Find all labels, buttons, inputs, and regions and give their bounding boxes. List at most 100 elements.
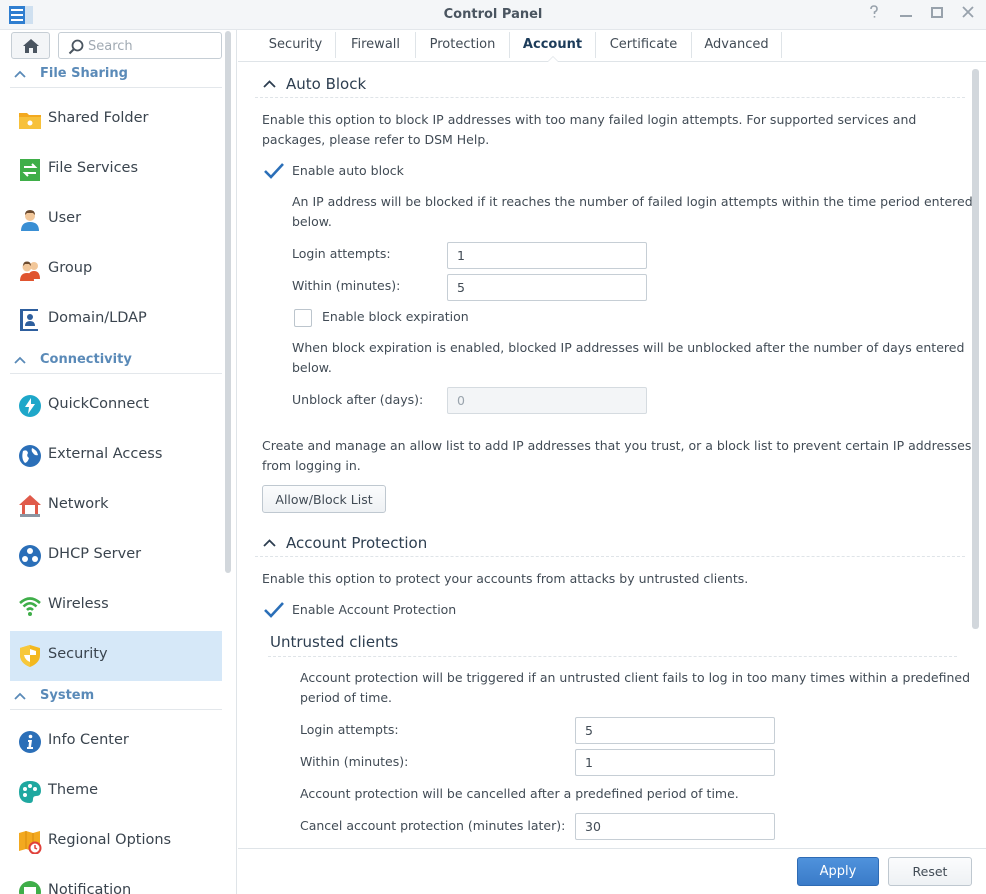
within-minutes-label: Within (minutes):	[300, 754, 409, 769]
search-icon	[68, 39, 84, 55]
sidebar-item-network[interactable]: Network	[10, 481, 222, 531]
auto-block-description-line-1: Enable this option to block IP addresses…	[262, 112, 917, 127]
main-content: Auto Block Enable this option to block I…	[238, 63, 986, 848]
enable-account-protection-label[interactable]: Enable Account Protection	[292, 600, 456, 620]
window-title: Control Panel	[443, 7, 543, 22]
search-input[interactable]	[88, 37, 216, 55]
apply-button[interactable]: Apply	[797, 857, 879, 886]
info-center-icon	[19, 731, 41, 753]
file-services-icon	[20, 159, 40, 181]
section-title-auto-block: Auto Block	[286, 75, 367, 93]
regional-options-icon	[19, 831, 42, 854]
allow-block-info-line-1: Create and manage an allow list to add I…	[262, 438, 972, 453]
help-icon[interactable]	[864, 5, 884, 25]
login-attempts-label: Login attempts:	[300, 722, 399, 737]
content-scrollbar[interactable]	[972, 69, 979, 629]
tab-advanced[interactable]: Advanced	[692, 32, 782, 58]
account-protection-login-attempts-input[interactable]	[575, 717, 775, 744]
home-button[interactable]	[11, 32, 50, 59]
chevron-up-icon[interactable]	[263, 79, 276, 89]
sidebar-item-regional-options[interactable]: Regional Options	[10, 817, 222, 867]
reset-button[interactable]: Reset	[888, 857, 972, 886]
tab-account[interactable]: Account	[510, 32, 596, 58]
tab-certificate[interactable]: Certificate	[596, 32, 692, 58]
account-protection-within-minutes-input[interactable]	[575, 749, 775, 776]
sidebar-item-label: Theme	[48, 782, 99, 798]
untrusted-info-line-1: Account protection will be triggered if …	[300, 670, 971, 685]
close-icon[interactable]	[958, 5, 978, 25]
cancel-protection-label: Cancel account protection (minutes later…	[300, 818, 566, 833]
allow-block-list-button[interactable]: Allow/Block List	[262, 485, 386, 513]
enable-auto-block-label[interactable]: Enable auto block	[292, 161, 404, 181]
quickconnect-icon	[19, 395, 41, 417]
enable-account-protection-checkbox[interactable]	[264, 602, 284, 620]
chevron-up-icon	[14, 692, 26, 700]
auto-block-within-minutes-input[interactable]	[447, 274, 647, 301]
external-access-icon	[19, 445, 41, 467]
subsection-divider	[268, 656, 957, 657]
tab-bar: Security Firewall Protection Account Cer…	[238, 30, 986, 62]
tab-security[interactable]: Security	[256, 32, 336, 58]
security-shield-icon	[20, 645, 40, 667]
cancel-protection-info: Account protection will be cancelled aft…	[300, 786, 739, 801]
sidebar-item-shared-folder[interactable]: Shared Folder	[10, 95, 222, 145]
home-icon	[23, 39, 39, 53]
section-divider	[255, 556, 965, 557]
sidebar-item-security[interactable]: Security	[10, 631, 222, 681]
sidebar-item-external-access[interactable]: External Access	[10, 431, 222, 481]
expiration-info-line-2: below.	[292, 360, 332, 375]
group-header-file-sharing[interactable]: File Sharing	[10, 66, 222, 88]
enable-block-expiration-checkbox[interactable]	[294, 309, 312, 327]
checkmark-icon	[264, 163, 284, 179]
dhcp-server-icon	[19, 545, 41, 567]
sidebar-item-label: Wireless	[48, 596, 109, 612]
domain-ldap-icon	[20, 309, 38, 331]
sidebar-item-label: Security	[48, 646, 108, 662]
cancel-protection-minutes-input[interactable]	[575, 813, 775, 840]
search-box[interactable]	[58, 32, 222, 59]
sidebar-item-domain-ldap[interactable]: Domain/LDAP	[10, 295, 222, 345]
sidebar-item-info-center[interactable]: Info Center	[10, 717, 222, 767]
sidebar-item-label: File Services	[48, 160, 139, 176]
sidebar-item-wireless[interactable]: Wireless	[10, 581, 222, 631]
unblock-after-days-input[interactable]	[447, 387, 647, 414]
sidebar-item-dhcp-server[interactable]: DHCP Server	[10, 531, 222, 581]
account-protection-description: Enable this option to protect your accou…	[262, 571, 749, 586]
group-header-system[interactable]: System	[10, 688, 222, 710]
group-label: File Sharing	[40, 66, 128, 81]
sidebar-item-label: DHCP Server	[48, 546, 142, 562]
minimize-icon[interactable]	[896, 5, 916, 25]
group-label: System	[40, 688, 95, 703]
untrusted-clients-title: Untrusted clients	[270, 633, 399, 651]
sidebar-item-label: Notification	[48, 882, 132, 894]
section-title-account-protection: Account Protection	[286, 534, 428, 552]
maximize-icon[interactable]	[927, 5, 947, 25]
auto-block-login-attempts-input[interactable]	[447, 242, 647, 269]
network-icon	[19, 495, 41, 517]
sidebar-item-label: Group	[48, 260, 93, 276]
footer-bar: Apply Reset	[238, 848, 986, 894]
chevron-up-icon	[14, 356, 26, 364]
sidebar-item-quickconnect[interactable]: QuickConnect	[10, 381, 222, 431]
sidebar-scrollbar[interactable]	[225, 31, 231, 573]
enable-block-expiration-label[interactable]: Enable block expiration	[322, 307, 469, 327]
sidebar-item-theme[interactable]: Theme	[10, 767, 222, 817]
chevron-up-icon[interactable]	[263, 538, 276, 548]
sidebar-item-label: Info Center	[48, 732, 129, 748]
tab-protection[interactable]: Protection	[416, 32, 510, 58]
expiration-info-line-1: When block expiration is enabled, blocke…	[292, 340, 965, 355]
auto-block-info-line-2: below.	[292, 214, 332, 229]
group-header-connectivity[interactable]: Connectivity	[10, 352, 222, 374]
sidebar-item-notification[interactable]: Notification	[10, 867, 222, 894]
group-icon	[20, 261, 40, 281]
auto-block-info-line-1: An IP address will be blocked if it reac…	[292, 194, 973, 209]
sidebar-item-group[interactable]: Group	[10, 245, 222, 295]
sidebar-item-file-services[interactable]: File Services	[10, 145, 222, 195]
enable-auto-block-checkbox[interactable]	[264, 163, 284, 181]
sidebar-item-label: Shared Folder	[48, 110, 149, 126]
sidebar-item-user[interactable]: User	[10, 195, 222, 245]
tab-firewall[interactable]: Firewall	[336, 32, 416, 58]
wireless-icon	[19, 597, 41, 616]
sidebar-item-label: Network	[48, 496, 109, 512]
allow-block-info-line-2: from logging in.	[262, 458, 361, 473]
